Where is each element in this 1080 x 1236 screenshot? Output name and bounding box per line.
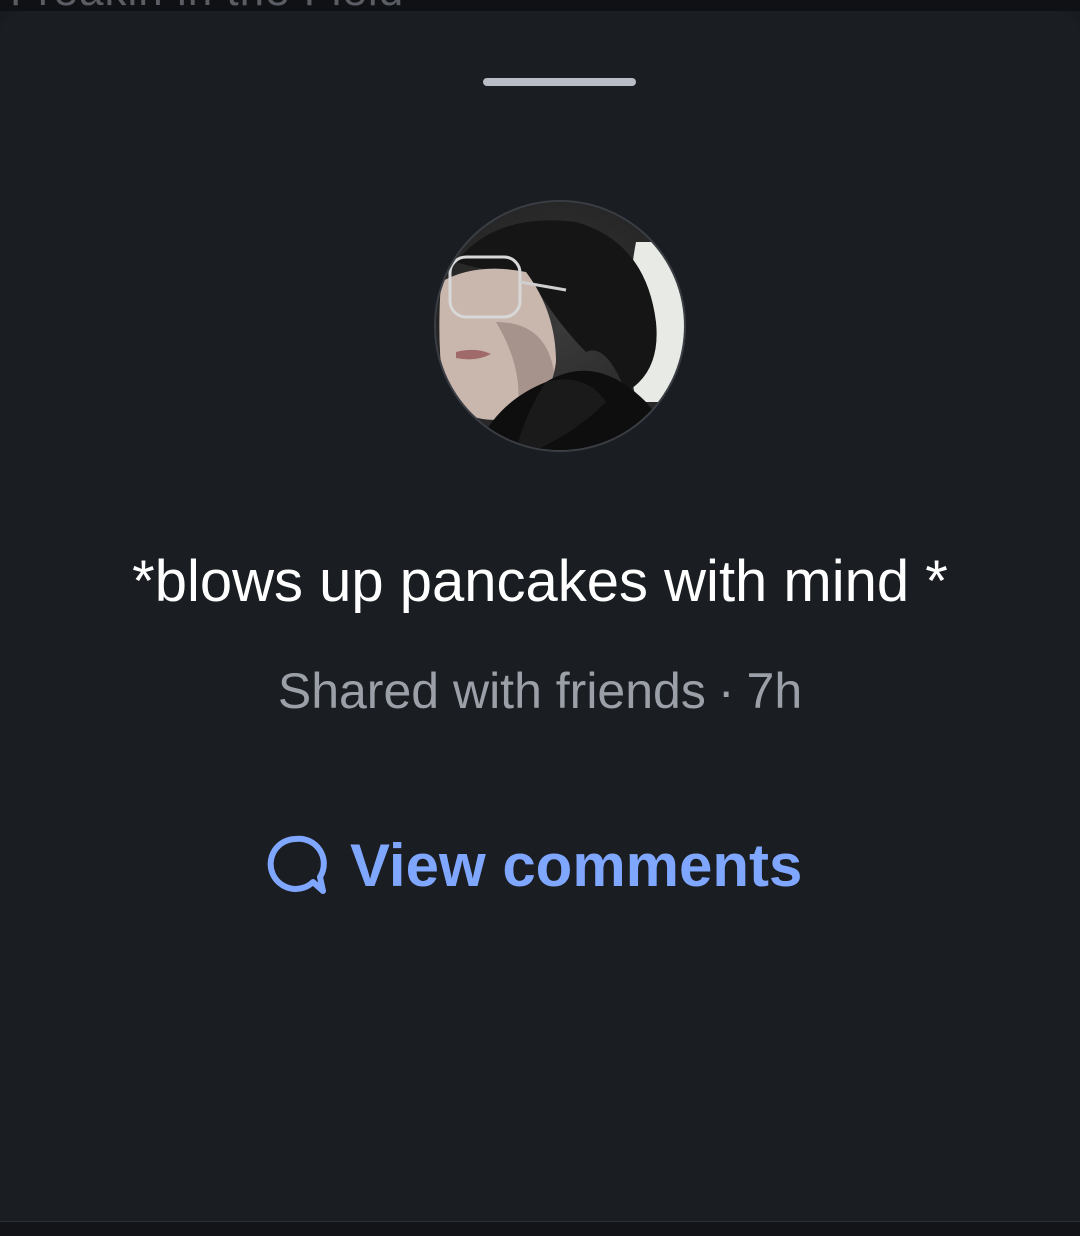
page: Freakin in the Field <box>0 0 1080 1236</box>
chat-bubble-icon <box>262 832 328 898</box>
avatar[interactable] <box>434 200 686 452</box>
bottom-divider <box>0 1221 1080 1236</box>
post-caption: *blows up pancakes with mind * <box>132 549 948 614</box>
background-title: Freakin in the Field <box>10 0 404 11</box>
avatar-photo <box>436 202 684 450</box>
background-screen: Freakin in the Field <box>0 0 1080 11</box>
audience-label: Shared with friends <box>277 663 706 719</box>
view-comments-label: View comments <box>350 831 803 899</box>
post-meta: Shared with friends · 7h <box>0 661 1080 721</box>
timestamp: 7h <box>746 663 803 719</box>
meta-separator: · <box>717 663 735 719</box>
sheet-grabber[interactable] <box>483 78 636 86</box>
bottom-sheet: *blows up pancakes with mind * Shared wi… <box>0 11 1080 1221</box>
view-comments-button[interactable]: View comments <box>262 829 802 901</box>
